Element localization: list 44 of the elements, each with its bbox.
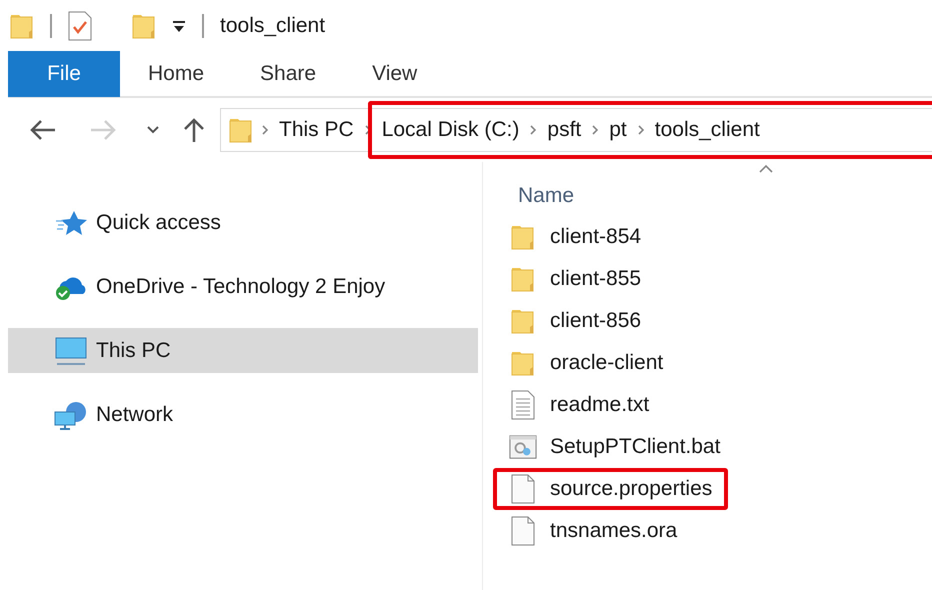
file-icon <box>511 474 535 504</box>
ribbon-tab[interactable]: View <box>344 51 446 97</box>
folder-icon <box>511 223 535 251</box>
gear-window-icon <box>509 434 537 460</box>
folder-icon <box>229 116 253 144</box>
chevron-down-icon[interactable] <box>146 125 160 135</box>
sidebar-item[interactable]: This PC <box>8 328 478 373</box>
file-item[interactable]: oracle-client <box>493 342 680 384</box>
file-item[interactable]: tnsnames.ora <box>493 510 694 552</box>
ribbon-tab[interactable]: File <box>8 51 120 97</box>
properties-icon[interactable] <box>68 11 92 41</box>
chevron-right-icon <box>529 124 538 136</box>
sidebar-item[interactable]: Quick access <box>8 200 478 245</box>
ribbon-tab[interactable]: Home <box>120 51 232 97</box>
file-item[interactable]: SetupPTClient.bat <box>493 426 736 468</box>
chevron-right-icon <box>591 124 600 136</box>
sidebar-item[interactable]: OneDrive - Technology 2 Enjoy <box>8 264 478 309</box>
sidebar-item[interactable]: Network <box>8 392 478 437</box>
network-icon[interactable] <box>54 400 88 430</box>
file-item[interactable]: readme.txt <box>493 384 666 426</box>
breadcrumb-segment[interactable]: tools_client <box>644 114 770 146</box>
back-arrow-icon[interactable] <box>30 119 56 141</box>
breadcrumb-segment[interactable]: psft <box>537 114 592 146</box>
folder-icon <box>511 265 535 293</box>
address-bar[interactable]: This PC Local Disk (C:) psft pt tools_client <box>220 108 932 152</box>
file-icon <box>511 516 535 546</box>
chevron-right-icon <box>261 124 269 136</box>
window-title: tools_client <box>220 13 326 40</box>
file-item[interactable]: client-854 <box>493 216 658 258</box>
chevron-right-icon <box>636 124 645 136</box>
file-item[interactable]: client-855 <box>493 258 658 300</box>
file-item[interactable]: client-856 <box>493 300 658 342</box>
file-item[interactable]: source.properties <box>493 468 728 510</box>
folder-icon <box>511 307 535 335</box>
breadcrumb-segment[interactable]: This PC <box>269 114 364 146</box>
ribbon-tab[interactable]: Share <box>232 51 344 97</box>
column-header[interactable]: Name <box>493 162 783 216</box>
breadcrumb-segment[interactable]: Local Disk (C:) <box>372 114 530 146</box>
monitor-icon[interactable] <box>54 336 88 366</box>
up-arrow-icon[interactable] <box>182 117 206 143</box>
customize-icon[interactable] <box>172 19 186 33</box>
text-file-icon <box>511 390 535 420</box>
folder-icon <box>511 349 535 377</box>
breadcrumb-segment[interactable]: pt <box>599 114 637 146</box>
